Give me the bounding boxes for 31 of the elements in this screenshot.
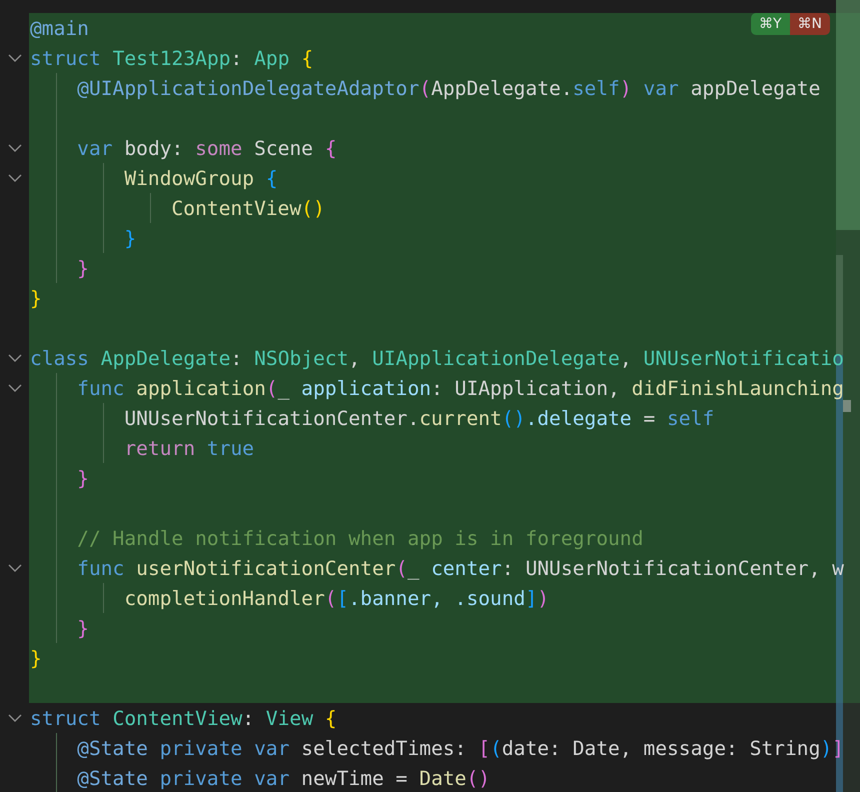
- fold-chevron-icon[interactable]: [8, 144, 22, 152]
- code-line: var body: some Scene {: [77, 136, 337, 160]
- reject-button[interactable]: ⌘N: [790, 13, 830, 35]
- code-line: struct Test123App: App {: [30, 46, 314, 70]
- code-line: ContentView(): [172, 196, 325, 220]
- code-line: }: [30, 646, 42, 670]
- code-line: }: [30, 286, 42, 310]
- fold-chevron-icon[interactable]: [8, 174, 22, 182]
- code-line: WindowGroup {: [124, 166, 278, 190]
- code-line: @State private var newTime = Date(): [77, 766, 490, 790]
- code-line: @State private var selectedTimes: [(date: Date, message: String)]: [77, 736, 844, 760]
- fold-chevron-icon[interactable]: [8, 354, 22, 362]
- code-line: }: [124, 226, 136, 250]
- code-line: func application(_ application: UIApplication, didFinishLaunching: [77, 376, 844, 400]
- code-line: struct ContentView: View {: [30, 706, 337, 730]
- code-line: }: [77, 616, 89, 640]
- code-line: }: [77, 256, 89, 280]
- code-line: class AppDelegate: NSObject, UIApplicationDelegate, UNUserNotificatio: [30, 346, 844, 370]
- code-line: UNUserNotificationCenter.current().delegate = self: [124, 406, 714, 430]
- code-line: completionHandler([.banner, .sound]): [124, 586, 550, 610]
- code-line: // Handle notification when app is in foreground: [77, 526, 644, 550]
- fold-chevron-icon[interactable]: [8, 54, 22, 62]
- code-line: func userNotificationCenter(_ center: UNUserNotificationCenter, w: [77, 556, 844, 580]
- fold-chevron-icon[interactable]: [8, 384, 22, 392]
- fold-chevron-icon[interactable]: [8, 714, 22, 722]
- code-line: return true: [124, 436, 254, 460]
- code-line: @main: [30, 16, 89, 40]
- accept-button[interactable]: ⌘Y: [750, 13, 790, 35]
- code-line: @UIApplicationDelegateAdaptor(AppDelegate.self) var appDelegate: [77, 76, 820, 100]
- code-line: }: [77, 466, 89, 490]
- fold-chevron-icon[interactable]: [8, 564, 22, 572]
